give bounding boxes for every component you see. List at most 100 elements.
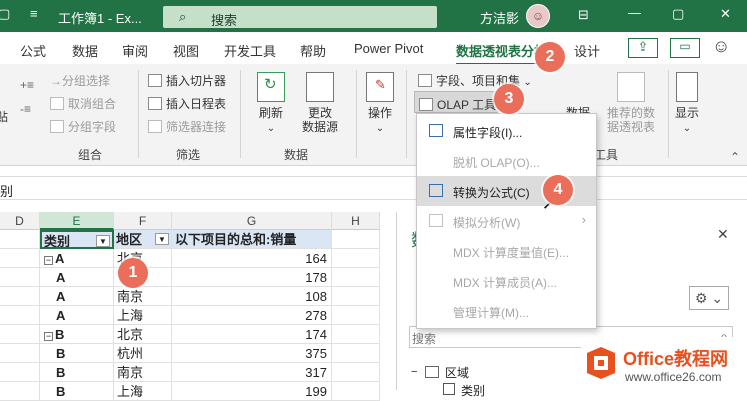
user-name[interactable]: 方洁影 [480, 8, 519, 27]
pivot-row-region[interactable]: 南京 [114, 287, 172, 306]
empty-cell[interactable] [0, 230, 40, 249]
pivot-row-value[interactable]: 317 [172, 363, 332, 382]
window-menu-icon[interactable]: ▢ [0, 6, 10, 22]
tab-help[interactable]: 帮助 [300, 41, 326, 60]
column-header[interactable]: H [332, 212, 380, 230]
insert-timeline-button[interactable]: 插入日程表 [148, 95, 226, 112]
field-label: 类别 [461, 384, 486, 398]
pivot-row-region[interactable]: 北京 [114, 325, 172, 344]
pivot-row-region[interactable]: 杭州 [114, 344, 172, 363]
pivot-row-value[interactable]: 174 [172, 325, 332, 344]
pivot-row-value[interactable]: 199 [172, 382, 332, 401]
olap-tools-button[interactable]: OLAP 工具 [414, 91, 498, 113]
menu-item-mdx-measure[interactable]: MDX 计算度量值(E)... [417, 236, 596, 266]
area-expand-icon[interactable]: − [411, 366, 417, 378]
empty-cell[interactable] [0, 325, 40, 344]
pivot-row-category[interactable]: A [40, 268, 114, 287]
insert-slicer-button[interactable]: 插入切片器 [148, 72, 226, 89]
avatar[interactable]: ☺ [526, 4, 550, 28]
restore-icon[interactable]: ▢ [672, 6, 684, 22]
menu-item-property-fields[interactable]: 属性字段(I)... [417, 116, 596, 146]
pivot-row-value[interactable]: 164 [172, 249, 332, 268]
pivot-row-value[interactable]: 278 [172, 306, 332, 325]
pivot-row-category[interactable]: B [40, 344, 114, 363]
empty-cell[interactable] [332, 325, 380, 344]
pivot-row-category[interactable]: B [40, 382, 114, 401]
recommended-pivot-button[interactable]: 推荐的数 据透视表 [598, 72, 664, 134]
paste-label-cut[interactable]: 贴 [0, 108, 8, 125]
ungroup-button[interactable]: 取消组合 [50, 95, 116, 112]
comments-icon[interactable]: ▭ [670, 38, 700, 58]
tab-design[interactable]: 设计 [574, 41, 600, 60]
menu-item-offline-olap[interactable]: 脱机 OLAP(O)... [417, 146, 596, 176]
empty-cell[interactable] [332, 306, 380, 325]
pivot-row-category[interactable]: B [40, 363, 114, 382]
minimize-icon[interactable]: — [628, 5, 641, 20]
pivot-row-value[interactable]: 178 [172, 268, 332, 287]
share-icon[interactable]: ⇪ [628, 38, 658, 58]
pivot-row-value[interactable]: 375 [172, 344, 332, 363]
column-header[interactable]: E [40, 212, 114, 230]
pivot-row-region[interactable]: 上海 [114, 306, 172, 325]
empty-cell[interactable] [0, 344, 40, 363]
tab-power-pivot[interactable]: Power Pivot [354, 41, 423, 56]
pivot-row-category[interactable]: A [40, 306, 114, 325]
column-header[interactable]: D [0, 212, 40, 230]
empty-cell[interactable] [332, 249, 380, 268]
filter-dropdown-icon[interactable]: ▼ [96, 235, 110, 247]
close-icon[interactable]: ✕ [720, 6, 731, 22]
customize-toolbar-icon[interactable]: ≡ [30, 6, 38, 21]
pane-close-icon[interactable]: ✕ [717, 226, 729, 243]
empty-cell[interactable] [332, 287, 380, 306]
collapse-icon[interactable]: − [44, 256, 53, 265]
pivot-header-category[interactable]: 类别 ▼ [40, 230, 114, 249]
actions-button[interactable]: ✎ 操作 ⌄ [362, 72, 398, 136]
formula-bar[interactable]: 别 [0, 176, 747, 200]
menu-item-what-if[interactable]: 模拟分析(W) › [417, 206, 596, 236]
empty-cell[interactable] [332, 230, 380, 249]
pivot-row-category[interactable]: A [40, 287, 114, 306]
pivot-row-category[interactable]: − A [40, 249, 114, 268]
refresh-button[interactable]: ↻ 刷新 ⌄ [252, 72, 290, 136]
collapse-icon[interactable]: − [44, 332, 53, 341]
tab-developer[interactable]: 开发工具 [224, 41, 276, 60]
empty-cell[interactable] [332, 344, 380, 363]
column-header[interactable]: G [172, 212, 332, 230]
column-header[interactable]: F [114, 212, 172, 230]
tab-view[interactable]: 视图 [173, 41, 199, 60]
empty-cell[interactable] [0, 268, 40, 287]
pivot-row-region[interactable]: 南京 [114, 363, 172, 382]
search-box[interactable]: ⌕ 搜索 [163, 6, 437, 28]
empty-cell[interactable] [0, 249, 40, 268]
field-checkbox[interactable] [443, 383, 455, 395]
pane-options-icon[interactable]: ⚙ ⌄ [689, 286, 729, 310]
collapse-ribbon-icon[interactable]: ⌃ [730, 150, 740, 164]
pivot-row-category[interactable]: − B [40, 325, 114, 344]
pivot-row-region[interactable]: 上海 [114, 382, 172, 401]
tab-formulas[interactable]: 公式 [20, 41, 46, 60]
empty-cell[interactable] [332, 268, 380, 287]
smiley-icon[interactable]: ☺ [712, 36, 730, 57]
pivot-row-value[interactable]: 108 [172, 287, 332, 306]
menu-item-mdx-member[interactable]: MDX 计算成员(A)... [417, 266, 596, 296]
group-selection-button[interactable]: →分组选择 [50, 72, 110, 89]
ribbon: 贴 +≡ -≡ →分组选择 取消组合 分组字段 组合 插入切片器 插入日程表 筛… [0, 64, 747, 166]
pivot-header-region[interactable]: 地区 ▼ [114, 230, 172, 249]
tab-pivot-analyze[interactable]: 数据透视表分析 [456, 41, 548, 66]
tab-data[interactable]: 数据 [72, 41, 98, 60]
empty-cell[interactable] [332, 363, 380, 382]
filter-connections-button[interactable]: 筛选器连接 [148, 118, 226, 135]
pivot-header-sum[interactable]: 以下项目的总和:销量 [172, 230, 332, 249]
ribbon-display-icon[interactable]: ⊟ [578, 7, 589, 23]
show-button[interactable]: 显示 ⌄ [670, 72, 704, 136]
tab-review[interactable]: 审阅 [122, 41, 148, 60]
filter-dropdown-icon[interactable]: ▼ [155, 233, 169, 245]
empty-cell[interactable] [0, 382, 40, 401]
empty-cell[interactable] [0, 363, 40, 382]
group-field-button[interactable]: 分组字段 [50, 118, 116, 135]
empty-cell[interactable] [0, 287, 40, 306]
menu-item-manage-calculations[interactable]: 管理计算(M)... [417, 296, 596, 326]
change-data-source-button[interactable]: 更改 数据源 [292, 72, 348, 134]
empty-cell[interactable] [0, 306, 40, 325]
empty-cell[interactable] [332, 382, 380, 401]
